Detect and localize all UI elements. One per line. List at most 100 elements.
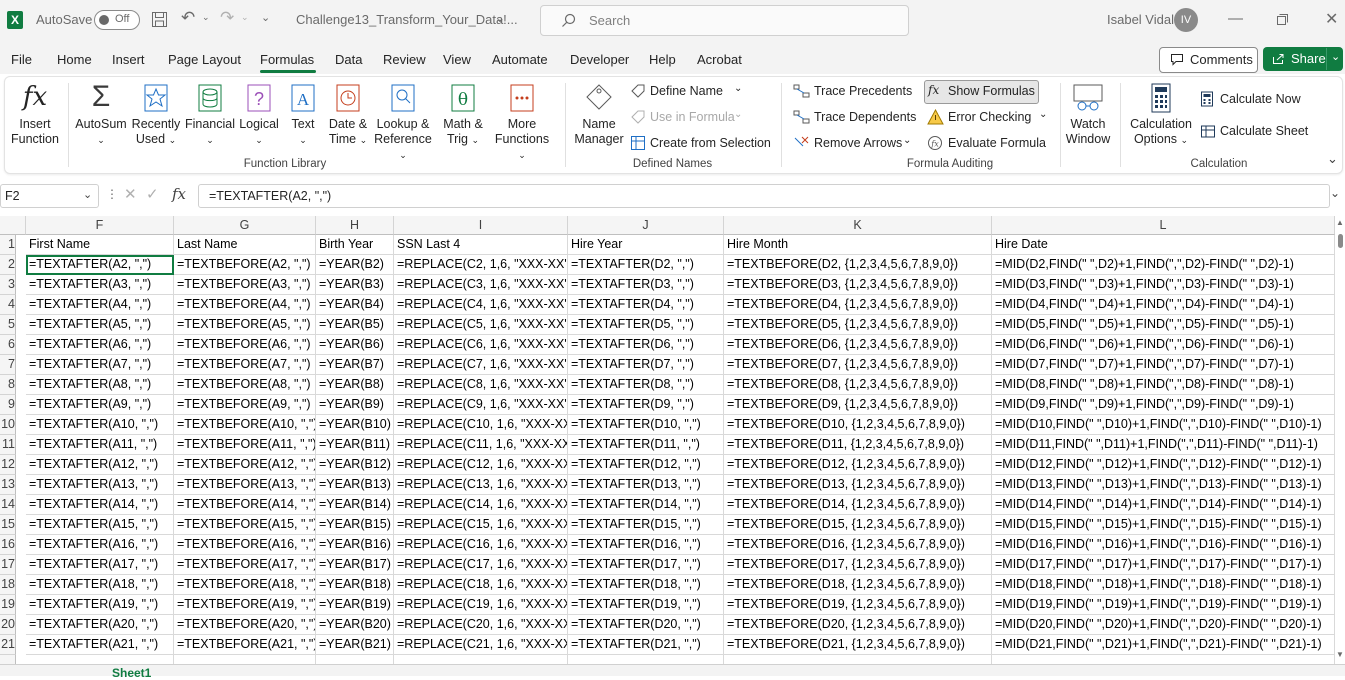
table-cell[interactable]: =YEAR(B5) <box>316 315 394 335</box>
table-cell[interactable]: =TEXTBEFORE(A15, ",") <box>174 515 316 535</box>
table-cell[interactable]: =TEXTBEFORE(A4, ",") <box>174 295 316 315</box>
table-cell[interactable]: =TEXTAFTER(D5, ",") <box>568 315 724 335</box>
name-manager-button[interactable]: Name Manager <box>569 83 629 147</box>
table-cell[interactable]: =MID(D10,FIND(" ",D10)+1,FIND(",",D10)-F… <box>992 415 1335 435</box>
chevron-down-icon[interactable]: ⌄ <box>83 188 92 201</box>
table-cell[interactable]: =TEXTBEFORE(D3, {1,2,3,4,5,6,7,8,9,0}) <box>724 275 992 295</box>
table-cell[interactable]: =REPLACE(C17, 1,6, "XXX-XX") <box>394 555 568 575</box>
table-cell[interactable]: =TEXTAFTER(D12, ",") <box>568 455 724 475</box>
table-cell[interactable]: =TEXTAFTER(D20, ",") <box>568 615 724 635</box>
row-header[interactable]: 6 <box>0 335 16 355</box>
table-cell[interactable]: =REPLACE(C11, 1,6, "XXX-XX") <box>394 435 568 455</box>
table-cell[interactable]: =TEXTBEFORE(D2, {1,2,3,4,5,6,7,8,9,0}) <box>724 255 992 275</box>
table-cell[interactable]: =YEAR(B13) <box>316 475 394 495</box>
recently-used-button[interactable]: Recently Used ⌄ <box>130 83 182 148</box>
table-cell[interactable]: =TEXTBEFORE(A21, ",") <box>174 635 316 655</box>
table-cell[interactable]: =TEXTBEFORE(A10, ",") <box>174 415 316 435</box>
table-cell[interactable]: =TEXTBEFORE(A19, ",") <box>174 595 316 615</box>
table-cell[interactable]: =TEXTAFTER(D19, ",") <box>568 595 724 615</box>
row-header[interactable]: 4 <box>0 295 16 315</box>
column-header-j[interactable]: J <box>568 216 724 235</box>
row-header[interactable]: 21 <box>0 635 16 655</box>
table-cell[interactable] <box>316 655 394 664</box>
table-cell[interactable]: =MID(D7,FIND(" ",D7)+1,FIND(",",D7)-FIND… <box>992 355 1335 375</box>
scroll-up-icon[interactable]: ▲ <box>1336 218 1344 227</box>
table-cell[interactable]: =MID(D16,FIND(" ",D16)+1,FIND(",",D16)-F… <box>992 535 1335 555</box>
comments-button[interactable]: Comments <box>1159 47 1258 73</box>
table-cell[interactable]: =TEXTAFTER(D6, ",") <box>568 335 724 355</box>
table-cell[interactable]: =TEXTAFTER(D17, ",") <box>568 555 724 575</box>
column-header-k[interactable]: K <box>724 216 992 235</box>
table-cell[interactable] <box>568 655 724 664</box>
table-cell[interactable]: =TEXTAFTER(D16, ",") <box>568 535 724 555</box>
table-cell[interactable]: =TEXTBEFORE(D20, {1,2,3,4,5,6,7,8,9,0}) <box>724 615 992 635</box>
tab-developer[interactable]: Developer <box>570 52 629 67</box>
row-header[interactable]: 9 <box>0 395 16 415</box>
table-cell[interactable]: =YEAR(B4) <box>316 295 394 315</box>
redo-dropdown-icon[interactable]: ⌄ <box>241 12 249 23</box>
row-header[interactable]: 8 <box>0 375 16 395</box>
table-cell[interactable]: =TEXTAFTER(D3, ",") <box>568 275 724 295</box>
table-cell[interactable]: =REPLACE(C10, 1,6, "XXX-XX") <box>394 415 568 435</box>
table-cell[interactable]: =YEAR(B3) <box>316 275 394 295</box>
table-cell[interactable]: =REPLACE(C4, 1,6, "XXX-XX") <box>394 295 568 315</box>
table-cell[interactable]: =TEXTAFTER(D7, ",") <box>568 355 724 375</box>
table-cell[interactable]: =TEXTAFTER(A21, ",") <box>26 635 174 655</box>
table-cell[interactable]: =TEXTAFTER(A9, ",") <box>26 395 174 415</box>
table-cell[interactable]: =TEXTBEFORE(A17, ",") <box>174 555 316 575</box>
scroll-thumb[interactable] <box>1338 234 1343 248</box>
row-header[interactable]: 1 <box>0 235 16 255</box>
date-time-button[interactable]: Date & Time ⌄ <box>323 83 373 148</box>
undo-icon[interactable]: ↶ <box>181 8 195 28</box>
column-header-i[interactable]: I <box>394 216 568 235</box>
financial-button[interactable]: Financial ⌄ <box>183 83 237 148</box>
header-cell[interactable]: Hire Month <box>724 235 992 255</box>
table-cell[interactable]: =TEXTAFTER(A16, ",") <box>26 535 174 555</box>
table-cell[interactable]: =TEXTAFTER(A5, ",") <box>26 315 174 335</box>
table-cell[interactable]: =YEAR(B12) <box>316 455 394 475</box>
table-cell[interactable]: =TEXTAFTER(A6, ",") <box>26 335 174 355</box>
table-cell[interactable]: =YEAR(B2) <box>316 255 394 275</box>
row-header[interactable]: 5 <box>0 315 16 335</box>
restore-icon[interactable] <box>1276 13 1289 26</box>
tab-help[interactable]: Help <box>649 52 676 67</box>
table-cell[interactable]: =TEXTAFTER(A17, ",") <box>26 555 174 575</box>
table-cell[interactable]: =TEXTBEFORE(D8, {1,2,3,4,5,6,7,8,9,0}) <box>724 375 992 395</box>
table-cell[interactable]: =REPLACE(C12, 1,6, "XXX-XX") <box>394 455 568 475</box>
table-cell[interactable]: =TEXTAFTER(D13, ",") <box>568 475 724 495</box>
logical-button[interactable]: ? Logical ⌄ <box>236 83 282 148</box>
tab-data[interactable]: Data <box>335 52 362 67</box>
select-all-corner[interactable] <box>0 216 26 235</box>
table-cell[interactable] <box>724 655 992 664</box>
table-cell[interactable]: =YEAR(B16) <box>316 535 394 555</box>
table-cell[interactable]: =REPLACE(C15, 1,6, "XXX-XX") <box>394 515 568 535</box>
table-cell[interactable]: =YEAR(B9) <box>316 395 394 415</box>
tab-acrobat[interactable]: Acrobat <box>697 52 742 67</box>
row-header[interactable]: 18 <box>0 575 16 595</box>
table-cell[interactable]: =YEAR(B18) <box>316 575 394 595</box>
table-cell[interactable]: =MID(D14,FIND(" ",D14)+1,FIND(",",D14)-F… <box>992 495 1335 515</box>
table-cell[interactable] <box>992 655 1335 664</box>
table-cell[interactable]: =TEXTBEFORE(D15, {1,2,3,4,5,6,7,8,9,0}) <box>724 515 992 535</box>
insert-function-fx-icon[interactable]: fx <box>172 185 186 203</box>
table-cell[interactable]: =REPLACE(C14, 1,6, "XXX-XX") <box>394 495 568 515</box>
text-button[interactable]: A Text ⌄ <box>285 83 321 148</box>
expand-formula-bar-icon[interactable]: ⌄ <box>1330 186 1340 200</box>
search-box[interactable]: Search <box>540 5 909 36</box>
table-cell[interactable]: =MID(D2,FIND(" ",D2)+1,FIND(",",D2)-FIND… <box>992 255 1335 275</box>
header-cell[interactable]: SSN Last 4 <box>394 235 568 255</box>
table-cell[interactable]: =YEAR(B21) <box>316 635 394 655</box>
table-cell[interactable]: =TEXTAFTER(A7, ",") <box>26 355 174 375</box>
table-cell[interactable] <box>394 655 568 664</box>
table-cell[interactable] <box>26 655 174 664</box>
table-cell[interactable]: =MID(D5,FIND(" ",D5)+1,FIND(",",D5)-FIND… <box>992 315 1335 335</box>
row-header[interactable]: 15 <box>0 515 16 535</box>
table-cell[interactable]: =TEXTAFTER(D11, ",") <box>568 435 724 455</box>
table-cell[interactable]: =TEXTAFTER(D9, ",") <box>568 395 724 415</box>
table-cell[interactable]: =TEXTBEFORE(A2, ",") <box>174 255 316 275</box>
table-cell[interactable]: =TEXTAFTER(A8, ",") <box>26 375 174 395</box>
table-cell[interactable]: =YEAR(B15) <box>316 515 394 535</box>
table-cell[interactable]: =REPLACE(C19, 1,6, "XXX-XX") <box>394 595 568 615</box>
table-cell[interactable]: =TEXTBEFORE(D12, {1,2,3,4,5,6,7,8,9,0}) <box>724 455 992 475</box>
table-cell[interactable]: =TEXTAFTER(A20, ",") <box>26 615 174 635</box>
